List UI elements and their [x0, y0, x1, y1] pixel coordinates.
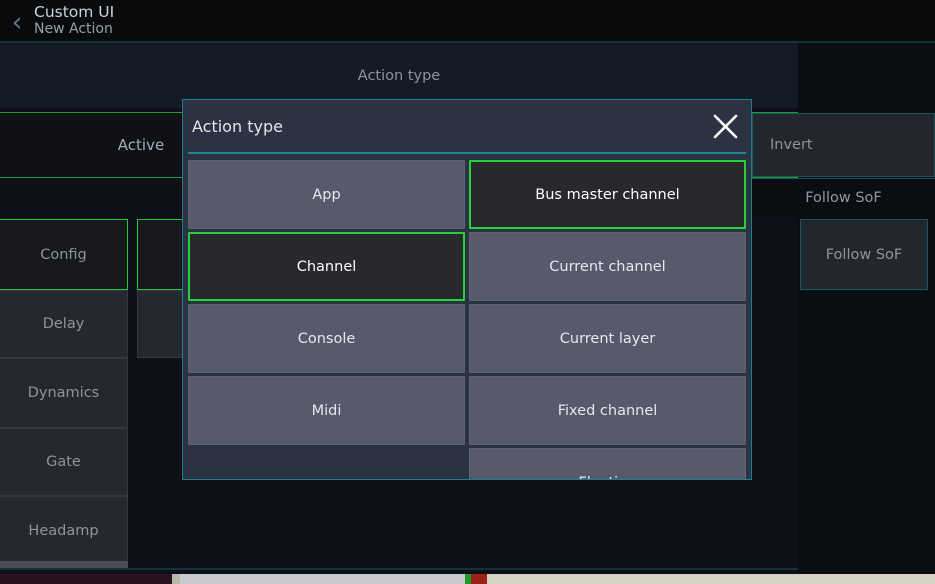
left-tile-config[interactable]: Config [0, 219, 128, 290]
page-action-type-caption-label: Action type [357, 67, 441, 84]
left-tile-delay-label: Delay [42, 316, 85, 332]
left-tile-dynamics[interactable]: Dynamics [0, 358, 128, 428]
title-block: Custom UI New Action [34, 4, 114, 37]
follow-sof-caption: Follow SoF [752, 178, 935, 217]
strip-segment-a [0, 574, 172, 584]
bottom-divider [0, 568, 798, 570]
option-placeholder [188, 448, 465, 479]
active-row-label: Active [117, 136, 165, 154]
strip-segment-c [180, 574, 465, 584]
left-tile-gate[interactable]: Gate [0, 428, 128, 496]
invert-tile[interactable]: Invert [752, 113, 935, 177]
option-console-label: Console [297, 330, 356, 347]
left-tile-dynamics-label: Dynamics [27, 385, 100, 401]
action-type-option-grid: App Bus master channel Channel Current c… [188, 160, 746, 480]
option-channel-label: Channel [296, 258, 357, 275]
option-current-channel-label: Current channel [549, 258, 666, 275]
option-console[interactable]: Console [188, 304, 465, 373]
dialog-title: Action type [192, 116, 283, 136]
app-title: Custom UI [34, 3, 115, 22]
option-bus-master-channel-label: Bus master channel [535, 186, 680, 203]
left-tile-headamp[interactable]: Headamp [0, 496, 128, 566]
option-floating-label: Floating [578, 475, 636, 480]
left-tile-headamp-label: Headamp [28, 523, 99, 539]
option-midi[interactable]: Midi [188, 376, 465, 445]
option-channel[interactable]: Channel [188, 232, 465, 301]
left-tile-delay[interactable]: Delay [0, 290, 128, 358]
follow-sof-button-label: Follow SoF [825, 246, 903, 263]
strip-segment-f [487, 574, 935, 584]
option-app[interactable]: App [188, 160, 465, 229]
strip-segment-b [172, 574, 180, 584]
dialog-body: App Bus master channel Channel Current c… [183, 154, 751, 479]
option-current-layer[interactable]: Current layer [469, 304, 746, 373]
dialog-header: Action type [183, 100, 751, 152]
back-chevron-icon[interactable]: ‹ [2, 9, 32, 36]
option-bus-master-channel[interactable]: Bus master channel [469, 160, 746, 229]
close-x-icon[interactable] [709, 110, 741, 142]
follow-sof-button[interactable]: Follow SoF [800, 219, 928, 290]
option-app-label: App [312, 186, 341, 203]
titlebar: ‹ Custom UI New Action [0, 0, 935, 42]
follow-sof-caption-label: Follow SoF [805, 190, 882, 206]
action-type-dialog: Action type App Bus master channel Chann… [182, 99, 752, 480]
option-current-layer-label: Current layer [559, 330, 656, 347]
option-fixed-channel[interactable]: Fixed channel [469, 376, 746, 445]
underlying-window-strip [0, 574, 935, 584]
option-midi-label: Midi [311, 402, 342, 419]
invert-label: Invert [770, 137, 813, 153]
option-current-channel[interactable]: Current channel [469, 232, 746, 301]
left-tile-gate-label: Gate [46, 454, 81, 470]
option-floating[interactable]: Floating [469, 448, 746, 480]
left-tile-config-label: Config [40, 246, 87, 263]
option-fixed-channel-label: Fixed channel [557, 402, 658, 419]
app-subtitle: New Action [34, 20, 113, 37]
strip-segment-red [471, 574, 487, 584]
